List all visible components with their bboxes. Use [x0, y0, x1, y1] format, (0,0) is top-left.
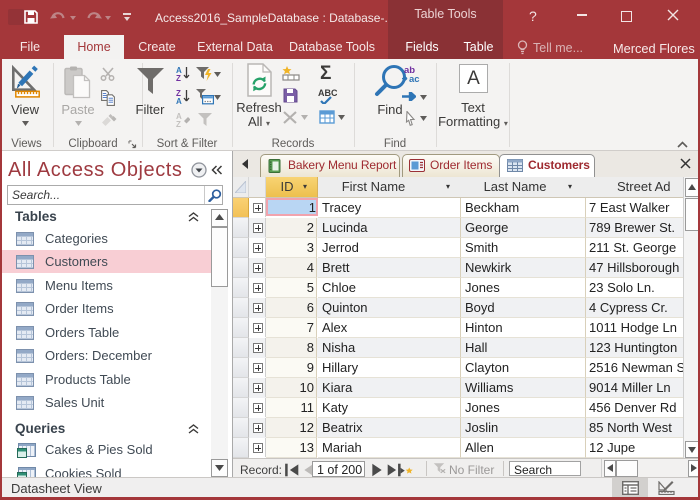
svg-text:ac: ac — [409, 74, 420, 83]
svg-text:A: A — [176, 97, 182, 104]
svg-text:Z: Z — [176, 74, 181, 81]
svg-text:Z: Z — [176, 120, 181, 127]
svg-text:ABC: ABC — [318, 88, 337, 98]
